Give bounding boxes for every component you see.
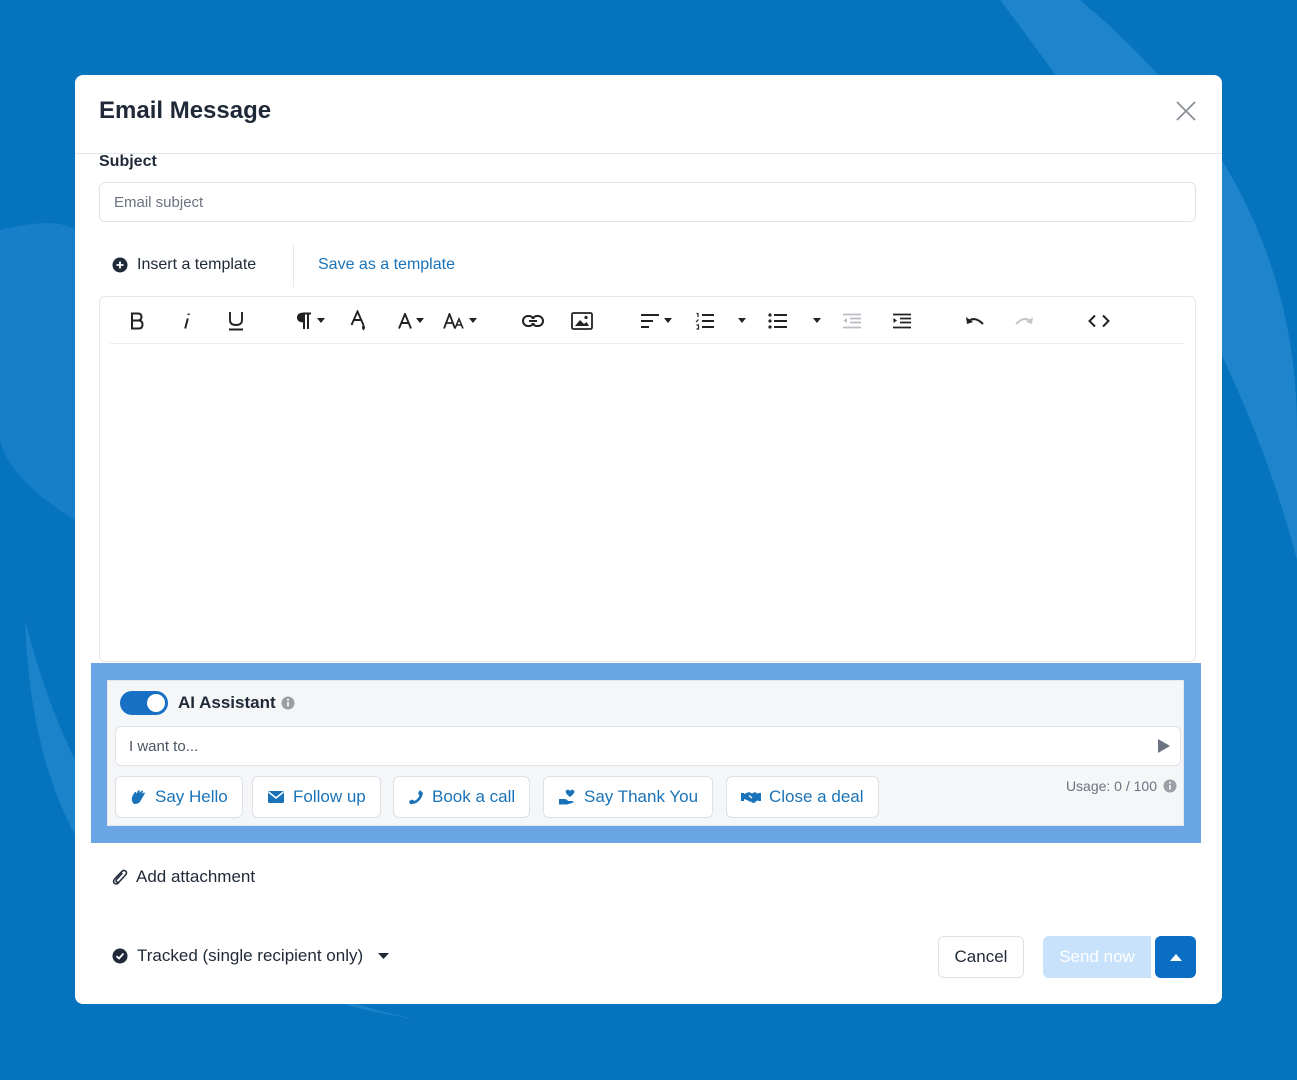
chevron-down-icon bbox=[378, 952, 390, 959]
font-family-icon[interactable] bbox=[398, 309, 424, 333]
wave-hand-icon bbox=[131, 789, 145, 804]
add-attachment-label: Add attachment bbox=[136, 867, 256, 886]
email-message-modal: Email Message Subject Insert a template … bbox=[75, 75, 1222, 1004]
ai-assistant-highlight: AI Assistant Say Hello Follow up Book a … bbox=[91, 663, 1201, 843]
paragraph-icon[interactable] bbox=[297, 309, 325, 333]
chip-book-a-call[interactable]: Book a call bbox=[393, 776, 531, 818]
envelope-icon bbox=[268, 791, 284, 803]
cancel-button[interactable]: Cancel bbox=[938, 936, 1024, 978]
check-circle-icon bbox=[112, 948, 128, 964]
italic-icon[interactable] bbox=[182, 309, 192, 333]
ai-assistant-title: AI Assistant bbox=[178, 693, 295, 713]
chevron-up-icon bbox=[1169, 953, 1182, 961]
modal-title: Email Message bbox=[99, 97, 272, 124]
info-icon[interactable] bbox=[1163, 779, 1177, 793]
chip-label: Follow up bbox=[293, 787, 366, 806]
chip-say-hello[interactable]: Say Hello bbox=[115, 776, 243, 818]
ordered-list-icon[interactable] bbox=[695, 309, 715, 333]
outdent-icon[interactable] bbox=[842, 309, 862, 333]
chip-label: Close a deal bbox=[769, 787, 864, 806]
chip-close-a-deal[interactable]: Close a deal bbox=[726, 776, 879, 818]
unordered-list-dropdown[interactable] bbox=[813, 309, 821, 333]
image-icon[interactable] bbox=[571, 309, 593, 333]
send-now-button[interactable]: Send now bbox=[1043, 936, 1151, 978]
hand-heart-icon bbox=[559, 789, 575, 804]
close-icon[interactable] bbox=[1174, 99, 1198, 123]
bold-icon[interactable] bbox=[130, 309, 144, 333]
handshake-icon bbox=[741, 792, 761, 803]
subject-input[interactable] bbox=[99, 182, 1196, 222]
usage-text: Usage: 0 / 100 bbox=[1065, 778, 1157, 794]
align-icon[interactable] bbox=[640, 309, 672, 333]
ai-prompt-input[interactable] bbox=[115, 726, 1181, 766]
unordered-list-icon[interactable] bbox=[768, 309, 788, 333]
add-attachment-button[interactable]: Add attachment bbox=[112, 867, 255, 887]
tracking-dropdown[interactable]: Tracked (single recipient only) bbox=[112, 946, 390, 966]
ai-assistant-panel: AI Assistant Say Hello Follow up Book a … bbox=[107, 680, 1184, 826]
chip-label: Say Thank You bbox=[584, 787, 699, 806]
undo-icon[interactable] bbox=[965, 309, 985, 333]
chip-say-thank-you[interactable]: Say Thank You bbox=[543, 776, 714, 818]
tracking-label: Tracked (single recipient only) bbox=[137, 946, 364, 965]
paperclip-icon bbox=[112, 869, 128, 885]
ordered-list-dropdown[interactable] bbox=[738, 309, 746, 333]
phone-icon bbox=[409, 790, 423, 805]
insert-template-button[interactable]: Insert a template bbox=[112, 256, 256, 274]
insert-template-label: Insert a template bbox=[137, 256, 257, 273]
send-options-button[interactable] bbox=[1155, 936, 1196, 978]
template-divider bbox=[293, 245, 294, 287]
font-size-icon[interactable] bbox=[443, 309, 477, 333]
chip-label: Book a call bbox=[432, 787, 516, 806]
ai-assistant-label: AI Assistant bbox=[178, 693, 276, 712]
editor-toolbar bbox=[110, 297, 1185, 344]
code-view-icon[interactable] bbox=[1088, 309, 1110, 333]
ai-assistant-toggle[interactable] bbox=[120, 691, 168, 715]
indent-icon[interactable] bbox=[892, 309, 912, 333]
plus-circle-icon bbox=[112, 257, 128, 273]
subject-label: Subject bbox=[99, 153, 157, 170]
save-template-link[interactable]: Save as a template bbox=[318, 256, 455, 274]
chip-label: Say Hello bbox=[155, 787, 228, 806]
send-prompt-icon[interactable] bbox=[1157, 738, 1171, 759]
email-body-editor[interactable] bbox=[99, 296, 1196, 662]
ai-usage: Usage: 0 / 100 bbox=[1066, 778, 1177, 794]
underline-icon[interactable] bbox=[227, 309, 245, 333]
redo-icon[interactable] bbox=[1014, 309, 1034, 333]
info-icon[interactable] bbox=[281, 696, 295, 710]
link-icon[interactable] bbox=[522, 309, 544, 333]
text-color-icon[interactable] bbox=[350, 309, 368, 333]
template-row: Insert a template Save as a template bbox=[99, 241, 699, 291]
chip-follow-up[interactable]: Follow up bbox=[252, 776, 381, 818]
modal-header: Email Message bbox=[75, 75, 1222, 154]
toggle-knob bbox=[147, 694, 165, 712]
